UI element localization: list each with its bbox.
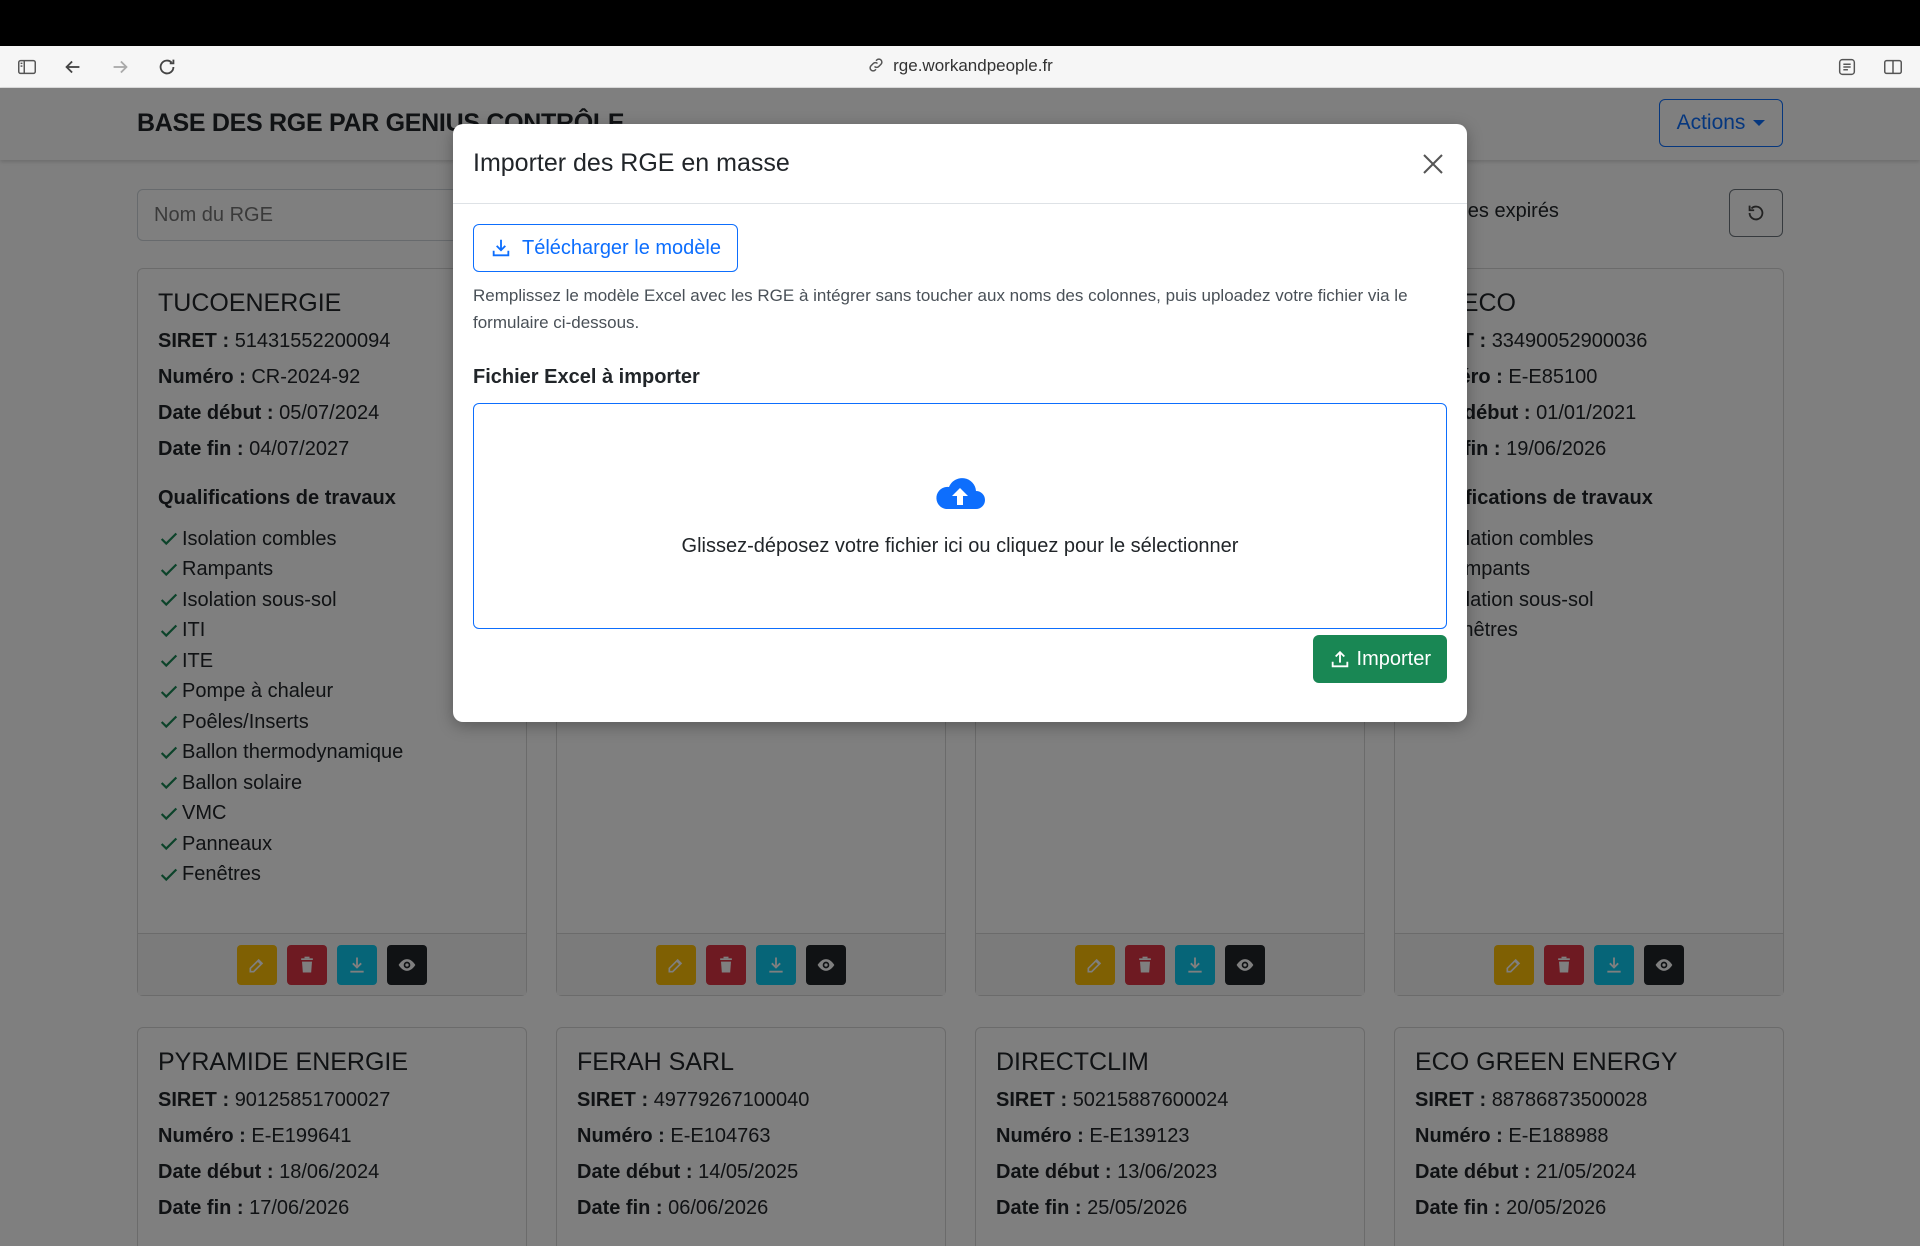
help-text: Remplissez le modèle Excel avec les RGE … (473, 286, 1408, 332)
link-icon (869, 58, 883, 72)
browser-toolbar: rge.workandpeople.fr (0, 46, 1920, 88)
modal-title: Importer des RGE en masse (473, 149, 790, 177)
close-button[interactable] (1417, 148, 1449, 180)
import-label: Importer (1356, 647, 1431, 670)
reader-icon[interactable] (1834, 54, 1860, 80)
import-modal: Importer des RGE en masse Télécharger le… (453, 124, 1467, 722)
modal-body: Télécharger le modèle Remplissez le modè… (453, 204, 1467, 722)
file-dropzone[interactable]: Glissez-déposez votre fichier ici ou cli… (473, 403, 1447, 629)
import-button[interactable]: Importer (1312, 635, 1447, 683)
close-icon (1423, 154, 1443, 174)
download-icon (492, 239, 510, 257)
address-bar[interactable]: rge.workandpeople.fr (0, 56, 1920, 76)
split-view-icon[interactable] (1880, 54, 1906, 80)
dropzone-text: Glissez-déposez votre fichier ici ou cli… (681, 534, 1239, 557)
file-label: Fichier Excel à importer (473, 366, 700, 388)
window-top-bar (0, 0, 1920, 46)
cloud-upload-icon (936, 477, 985, 509)
download-template-label: Télécharger le modèle (522, 236, 721, 259)
modal-header: Importer des RGE en masse (453, 124, 1467, 204)
url-text: rge.workandpeople.fr (893, 56, 1053, 75)
download-template-button[interactable]: Télécharger le modèle (473, 224, 738, 272)
upload-icon (1331, 650, 1348, 668)
